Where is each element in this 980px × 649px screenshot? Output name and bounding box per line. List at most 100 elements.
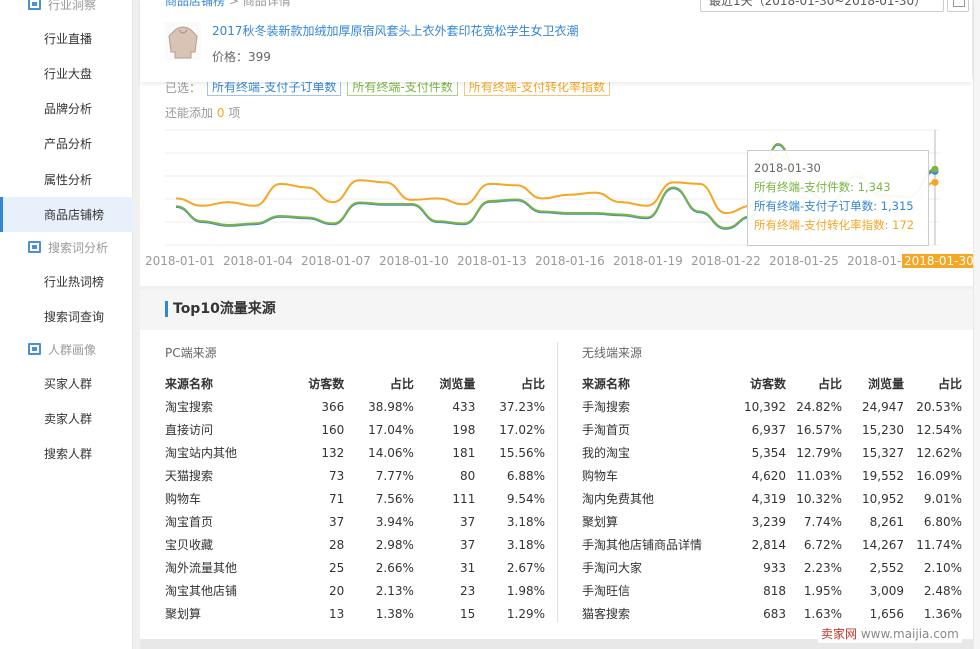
sidebar-item-product-shop-ranking[interactable]: 商品店铺榜 (0, 197, 133, 232)
cell-source[interactable]: 手淘问大家 (582, 556, 722, 579)
cell-visitor-share: 14.06% (368, 445, 414, 460)
cell-pageviews: 1,656 (869, 606, 904, 621)
cell-pageview-share: 12.54% (916, 422, 962, 437)
cell-visitor-share: 2.13% (375, 583, 414, 598)
sidebar-item-product-analysis[interactable]: 产品分析 (0, 126, 133, 161)
cell-source[interactable]: 淘宝站内其他 (165, 441, 267, 464)
mobile-sources: 无线端来源 来源名称 访客数 占比 浏览量 占比 手淘搜索 10,392 24.82… (582, 344, 962, 625)
table-row[interactable]: 聚划算 13 1.38% 15 1.29% (165, 602, 545, 625)
chart-icon (28, 241, 41, 253)
sidebar-item-seller-audience[interactable]: 卖家人群 (0, 401, 133, 436)
col-pageview-share: 占比 (937, 377, 962, 391)
sidebar-group-industry[interactable]: 行业洞察 (0, 0, 133, 18)
cell-visitors: 160 (321, 422, 345, 437)
pc-sources: PC端来源 来源名称 访客数 占比 浏览量 占比 淘宝搜索 366 38.98% 43… (165, 344, 545, 625)
table-row[interactable]: 手淘首页 6,937 16.57% 15,230 12.54% (582, 418, 962, 441)
table-row[interactable]: 直接访问 160 17.04% 198 17.02% (165, 418, 545, 441)
sidebar-item-attribute-analysis[interactable]: 属性分析 (0, 162, 133, 197)
cell-source[interactable]: 淘内免费其他 (582, 487, 722, 510)
cell-visitor-share: 2.98% (375, 537, 414, 552)
table-header-row: 来源名称 访客数 占比 浏览量 占比 (165, 372, 545, 395)
cell-visitors: 132 (321, 445, 345, 460)
traffic-sources-panel: PC端来源 来源名称 访客数 占比 浏览量 占比 淘宝搜索 366 38.98% 43… (140, 330, 980, 639)
cell-pageviews: 24,947 (862, 399, 904, 414)
cell-visitor-share: 38.98% (368, 399, 414, 414)
mobile-sources-table: 来源名称 访客数 占比 浏览量 占比 手淘搜索 10,392 24.82% 24,94… (582, 372, 962, 625)
cell-pageviews: 37 (460, 514, 476, 529)
cell-pageview-share: 20.53% (916, 399, 962, 414)
sidebar-item-search-audience[interactable]: 搜索人群 (0, 436, 133, 471)
cell-source[interactable]: 我的淘宝 (582, 441, 722, 464)
cell-visitor-share: 7.74% (803, 514, 842, 529)
cell-pageviews: 15,230 (862, 422, 904, 437)
cell-source[interactable]: 手淘旺信 (582, 579, 722, 602)
table-row[interactable]: 猫客搜索 683 1.63% 1,656 1.36% (582, 602, 962, 625)
table-row[interactable]: 天猫搜索 73 7.77% 80 6.88% (165, 464, 545, 487)
cell-source[interactable]: 手淘首页 (582, 418, 722, 441)
cell-visitor-share: 24.82% (796, 399, 842, 414)
cell-source[interactable]: 直接访问 (165, 418, 267, 441)
cell-pageviews: 3,009 (869, 583, 904, 598)
table-row[interactable]: 宝贝收藏 28 2.98% 37 3.18% (165, 533, 545, 556)
sidebar-item-brand-analysis[interactable]: 品牌分析 (0, 91, 133, 126)
col-visitors: 访客数 (749, 377, 786, 391)
sidebar-group-audience[interactable]: 人群画像 (0, 335, 133, 363)
table-row[interactable]: 淘宝首页 37 3.94% 37 3.18% (165, 510, 545, 533)
table-row[interactable]: 淘宝搜索 366 38.98% 433 37.23% (165, 395, 545, 418)
table-row[interactable]: 手淘旺信 818 1.95% 3,009 2.48% (582, 579, 962, 602)
sidebar-item-industry-live[interactable]: 行业直播 (0, 21, 133, 56)
col-source: 来源名称 (165, 377, 214, 391)
cell-source[interactable]: 手淘搜索 (582, 395, 722, 418)
cell-pageview-share: 16.09% (916, 468, 962, 483)
table-row[interactable]: 淘内免费其他 4,319 10.32% 10,952 9.01% (582, 487, 962, 510)
table-row[interactable]: 购物车 4,620 11.03% 19,552 16.09% (582, 464, 962, 487)
cell-visitor-share: 16.57% (796, 422, 842, 437)
cell-pageview-share: 9.01% (923, 491, 962, 506)
cell-visitors: 818 (763, 583, 786, 598)
cell-source[interactable]: 聚划算 (165, 602, 267, 625)
cell-visitors: 3,239 (751, 514, 786, 529)
cell-source[interactable]: 猫客搜索 (582, 602, 722, 625)
cell-visitor-share: 11.03% (796, 468, 842, 483)
cell-pageview-share: 2.48% (923, 583, 962, 598)
cell-pageview-share: 2.10% (923, 560, 962, 575)
series-point[interactable] (931, 178, 939, 186)
trend-line-chart[interactable] (140, 0, 980, 290)
table-row[interactable]: 聚划算 3,239 7.74% 8,261 6.80% (582, 510, 962, 533)
sidebar-item-keyword-query[interactable]: 搜索词查询 (0, 299, 133, 334)
sidebar-group-search[interactable]: 搜索词分析 (0, 233, 133, 261)
sidebar-item-industry-market[interactable]: 行业大盘 (0, 56, 133, 91)
table-row[interactable]: 淘宝其他店铺 20 2.13% 23 1.98% (165, 579, 545, 602)
col-visitor-share: 占比 (389, 377, 414, 391)
mobile-table-body: 手淘搜索 10,392 24.82% 24,947 20.53% 手淘首页 6,937 16.… (582, 395, 962, 625)
table-row[interactable]: 我的淘宝 5,354 12.79% 15,327 12.62% (582, 441, 962, 464)
sidebar-item-hot-keywords[interactable]: 行业热词榜 (0, 264, 133, 299)
cell-visitor-share: 6.72% (803, 537, 842, 552)
cell-pageview-share: 6.88% (506, 468, 545, 483)
cell-visitors: 28 (328, 537, 345, 552)
cell-source[interactable]: 淘宝搜索 (165, 395, 267, 418)
cell-source[interactable]: 淘宝首页 (165, 510, 267, 533)
cell-source[interactable]: 宝贝收藏 (165, 533, 267, 556)
table-row[interactable]: 手淘其他店铺商品详情 2,814 6.72% 14,267 11.74% (582, 533, 962, 556)
table-row[interactable]: 手淘问大家 933 2.23% 2,552 2.10% (582, 556, 962, 579)
cell-visitors: 20 (328, 583, 345, 598)
cell-source[interactable]: 天猫搜索 (165, 464, 267, 487)
cell-source[interactable]: 手淘其他店铺商品详情 (582, 533, 722, 556)
cell-pageviews: 14,267 (862, 537, 904, 552)
series-point[interactable] (931, 165, 939, 173)
table-row[interactable]: 购物车 71 7.56% 111 9.54% (165, 487, 545, 510)
table-row[interactable]: 淘宝站内其他 132 14.06% 181 15.56% (165, 441, 545, 464)
cell-pageviews: 15 (460, 606, 476, 621)
cell-source[interactable]: 购物车 (165, 487, 267, 510)
table-header-row: 来源名称 访客数 占比 浏览量 占比 (582, 372, 962, 395)
column-divider (557, 342, 558, 622)
col-pageviews: 浏览量 (867, 377, 904, 391)
cell-source[interactable]: 淘外流量其他 (165, 556, 267, 579)
cell-source[interactable]: 淘宝其他店铺 (165, 579, 267, 602)
cell-source[interactable]: 购物车 (582, 464, 722, 487)
sidebar-item-buyer-audience[interactable]: 买家人群 (0, 366, 133, 401)
cell-source[interactable]: 聚划算 (582, 510, 722, 533)
table-row[interactable]: 淘外流量其他 25 2.66% 31 2.67% (165, 556, 545, 579)
table-row[interactable]: 手淘搜索 10,392 24.82% 24,947 20.53% (582, 395, 962, 418)
